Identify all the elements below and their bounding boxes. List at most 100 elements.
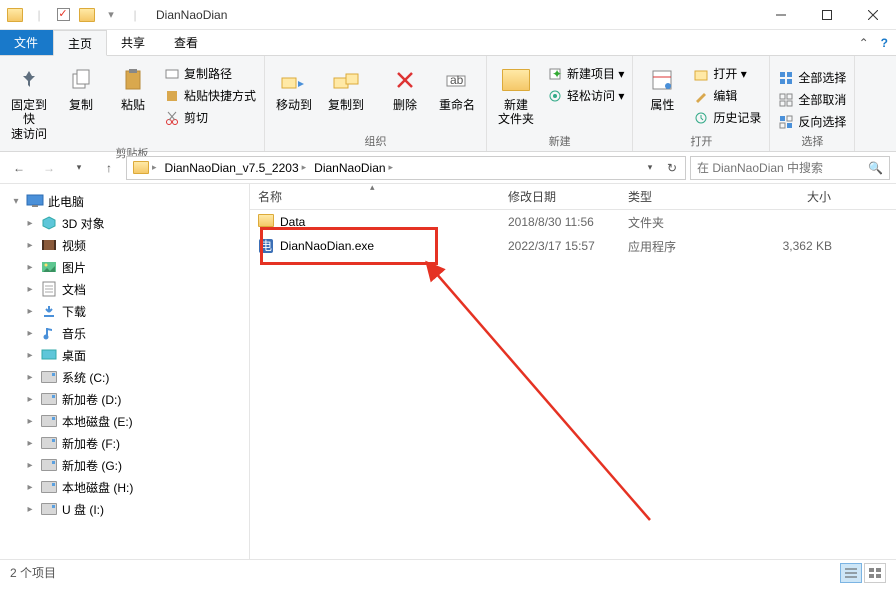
- selectall-button[interactable]: 全部选择: [774, 68, 850, 87]
- paste-button[interactable]: 粘贴: [108, 62, 158, 114]
- chevron-icon[interactable]: ▸: [24, 240, 36, 251]
- chevron-icon[interactable]: ▸: [24, 438, 36, 449]
- ribbon-collapse-icon[interactable]: ⌃: [859, 36, 869, 50]
- search-icon[interactable]: 🔍: [868, 161, 883, 175]
- nav-forward-button[interactable]: →: [36, 155, 62, 181]
- file-icon: [258, 214, 274, 230]
- view-details-button[interactable]: [840, 563, 862, 583]
- group-open-label: 打开: [637, 131, 765, 151]
- tab-share[interactable]: 共享: [107, 30, 160, 55]
- cut-button[interactable]: 剪切: [160, 108, 260, 127]
- tree-item[interactable]: ▾此电脑: [0, 190, 249, 212]
- qat-check[interactable]: [52, 4, 74, 26]
- tree-drive-icon: [40, 391, 58, 407]
- file-type: 文件夹: [620, 214, 740, 231]
- newitem-button[interactable]: ✦新建项目 ▾: [543, 64, 628, 83]
- view-icons-button[interactable]: [864, 563, 886, 583]
- tree-item[interactable]: ▸新加卷 (D:): [0, 388, 249, 410]
- address-field[interactable]: ▸ DianNaoDian_v7.5_2203▸ DianNaoDian▸ ▾ …: [126, 156, 686, 180]
- nav-recent-button[interactable]: ▾: [66, 155, 92, 181]
- invert-button[interactable]: 反向选择: [774, 112, 850, 131]
- close-button[interactable]: [850, 0, 896, 30]
- col-name[interactable]: 名称: [250, 188, 500, 205]
- selectnone-button[interactable]: 全部取消: [774, 90, 850, 109]
- file-row[interactable]: Data2018/8/30 11:56文件夹: [250, 210, 896, 234]
- delete-button[interactable]: 删除: [380, 62, 430, 114]
- crumb-2[interactable]: DianNaoDian▸: [310, 157, 397, 179]
- chevron-icon[interactable]: ▸: [24, 416, 36, 427]
- tree-item[interactable]: ▸系统 (C:): [0, 366, 249, 388]
- nav-tree[interactable]: ▾此电脑▸3D 对象▸视频▸图片▸文档▸下载▸音乐▸桌面▸系统 (C:)▸新加卷…: [0, 184, 250, 559]
- chevron-icon[interactable]: ▸: [24, 372, 36, 383]
- newfolder-button[interactable]: 新建 文件夹: [491, 62, 541, 129]
- col-size[interactable]: 大小: [740, 188, 840, 205]
- tree-item[interactable]: ▸音乐: [0, 322, 249, 344]
- chevron-icon[interactable]: ▾: [10, 196, 22, 207]
- chevron-icon[interactable]: ▸: [24, 262, 36, 273]
- chevron-icon[interactable]: ▸: [24, 350, 36, 361]
- crumb-root[interactable]: ▸: [129, 157, 161, 179]
- properties-button[interactable]: 属性: [637, 62, 687, 114]
- tree-item[interactable]: ▸ 文档: [0, 278, 249, 300]
- edit-button[interactable]: 编辑: [689, 86, 765, 105]
- tree-item[interactable]: ▸U 盘 (I:): [0, 498, 249, 520]
- moveto-button[interactable]: 移动到: [269, 62, 319, 114]
- copypath-button[interactable]: 复制路径: [160, 64, 260, 83]
- tree-item[interactable]: ▸ 桌面: [0, 344, 249, 366]
- minimize-button[interactable]: [758, 0, 804, 30]
- tree-item[interactable]: ▸本地磁盘 (E:): [0, 410, 249, 432]
- qat-overflow[interactable]: ▾: [100, 4, 122, 26]
- group-organize-label: 组织: [269, 131, 482, 151]
- chevron-icon[interactable]: ▸: [24, 284, 36, 295]
- open-button[interactable]: 打开 ▾: [689, 64, 765, 83]
- chevron-icon[interactable]: ▸: [24, 504, 36, 515]
- group-select-label: 选择: [774, 131, 850, 151]
- chevron-icon[interactable]: ▸: [24, 460, 36, 471]
- copyto-button[interactable]: 复制到: [321, 62, 371, 114]
- tree-pc-icon: [26, 193, 44, 209]
- tree-music-icon: [40, 325, 58, 341]
- qat-folder-icon[interactable]: [4, 4, 26, 26]
- copy-button[interactable]: 复制: [56, 62, 106, 114]
- chevron-icon[interactable]: ▸: [24, 306, 36, 317]
- col-date[interactable]: 修改日期: [500, 188, 620, 205]
- nav-up-button[interactable]: ↑: [96, 155, 122, 181]
- rename-button[interactable]: ab重命名: [432, 62, 482, 114]
- column-headers[interactable]: ▴ 名称 修改日期 类型 大小: [250, 184, 896, 210]
- tree-item[interactable]: ▸图片: [0, 256, 249, 278]
- file-list: ▴ 名称 修改日期 类型 大小 Data2018/8/30 11:56文件夹电D…: [250, 184, 896, 559]
- nav-back-button[interactable]: ←: [6, 155, 32, 181]
- tree-item[interactable]: ▸新加卷 (F:): [0, 432, 249, 454]
- tree-item-label: 桌面: [62, 347, 86, 364]
- chevron-icon[interactable]: ▸: [24, 328, 36, 339]
- chevron-icon[interactable]: ▸: [24, 482, 36, 493]
- tree-item-label: 文档: [62, 281, 86, 298]
- search-input[interactable]: [697, 161, 868, 175]
- pin-button[interactable]: 固定到快 速访问: [4, 62, 54, 143]
- tree-item[interactable]: ▸新加卷 (G:): [0, 454, 249, 476]
- chevron-icon[interactable]: ▸: [24, 394, 36, 405]
- tree-item[interactable]: ▸下载: [0, 300, 249, 322]
- search-field[interactable]: 🔍: [690, 156, 890, 180]
- tree-item[interactable]: ▸本地磁盘 (H:): [0, 476, 249, 498]
- titlebar: | ▾ | DianNaoDian: [0, 0, 896, 30]
- help-icon[interactable]: ?: [881, 36, 888, 50]
- qat-folder2-icon[interactable]: [76, 4, 98, 26]
- tree-item[interactable]: ▸视频: [0, 234, 249, 256]
- tab-view[interactable]: 查看: [160, 30, 213, 55]
- tab-file[interactable]: 文件: [0, 30, 53, 55]
- file-row[interactable]: 电DianNaoDian.exe2022/3/17 15:57应用程序3,362…: [250, 234, 896, 258]
- history-button[interactable]: 历史记录: [689, 108, 765, 127]
- col-type[interactable]: 类型: [620, 188, 740, 205]
- file-rows[interactable]: Data2018/8/30 11:56文件夹电DianNaoDian.exe20…: [250, 210, 896, 559]
- window-title: DianNaoDian: [156, 8, 227, 22]
- easyaccess-button[interactable]: 轻松访问 ▾: [543, 86, 628, 105]
- address-dropdown-button[interactable]: ▾: [639, 157, 661, 179]
- chevron-icon[interactable]: ▸: [24, 218, 36, 229]
- pasteshortcut-button[interactable]: 粘贴快捷方式: [160, 86, 260, 105]
- crumb-1[interactable]: DianNaoDian_v7.5_2203▸: [161, 157, 311, 179]
- tree-item[interactable]: ▸3D 对象: [0, 212, 249, 234]
- maximize-button[interactable]: [804, 0, 850, 30]
- refresh-button[interactable]: ↻: [661, 157, 683, 179]
- tab-home[interactable]: 主页: [53, 30, 107, 56]
